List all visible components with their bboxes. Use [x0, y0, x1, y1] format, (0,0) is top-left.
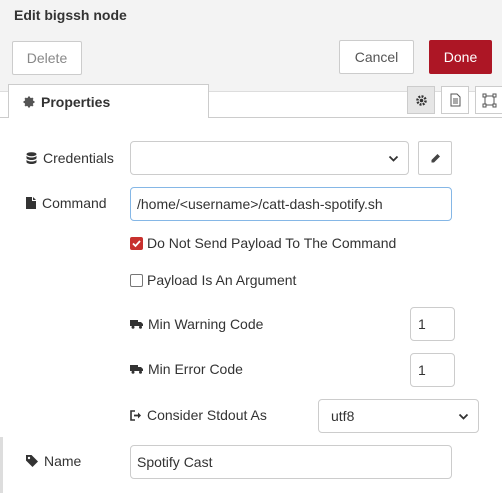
done-button[interactable]: Done	[429, 40, 492, 74]
min-error-input[interactable]: 1	[410, 353, 455, 387]
tab-cover	[9, 116, 208, 118]
gear-icon	[415, 94, 427, 106]
tag-icon	[26, 455, 38, 467]
tab-settings[interactable]	[407, 86, 435, 114]
name-label-text: Name	[44, 453, 82, 469]
sign-out-icon	[130, 409, 141, 421]
payload-argument-label: Payload Is An Argument	[147, 272, 297, 288]
delete-button[interactable]: Delete	[12, 41, 82, 75]
name-value: Spotify Cast	[137, 454, 213, 470]
database-icon	[26, 151, 37, 164]
stdout-label: Consider Stdout As	[130, 407, 267, 423]
cancel-button[interactable]: Cancel	[339, 40, 414, 74]
min-warning-label-text: Min Warning Code	[148, 316, 264, 332]
stdout-select[interactable]: utf8	[318, 399, 479, 433]
min-error-label: Min Error Code	[130, 361, 243, 377]
min-warning-label: Min Warning Code	[130, 316, 263, 332]
dialog-header: Edit bigssh node Delete Cancel Done	[0, 0, 502, 92]
credentials-select[interactable]	[130, 141, 409, 175]
dialog-title: Edit bigssh node	[14, 7, 127, 23]
tab-properties-label: Properties	[41, 93, 111, 110]
file-icon	[26, 197, 36, 209]
description-icon	[450, 93, 460, 107]
command-label: Command	[26, 195, 107, 211]
stdout-label-text: Consider Stdout As	[147, 407, 267, 423]
command-label-text: Command	[42, 195, 107, 211]
command-input[interactable]: /home/<username>/catt-dash-spotify.sh	[130, 187, 452, 221]
credentials-label-text: Credentials	[43, 150, 114, 166]
checkmark-icon	[132, 240, 141, 248]
tab-appearance[interactable]	[475, 86, 502, 114]
stdout-value: utf8	[331, 408, 355, 424]
name-label: Name	[26, 453, 81, 469]
min-error-value: 1	[418, 362, 426, 378]
truck-icon	[130, 365, 143, 374]
no-payload-label: Do Not Send Payload To The Command	[147, 235, 397, 251]
tab-description[interactable]	[441, 86, 469, 114]
left-edge-strip	[0, 437, 3, 493]
chevron-down-icon	[458, 413, 469, 420]
truck-icon	[130, 320, 143, 329]
payload-argument-checkbox[interactable]	[130, 274, 143, 287]
min-warning-input[interactable]: 1	[410, 307, 455, 341]
min-warning-value: 1	[418, 316, 426, 332]
name-input[interactable]: Spotify Cast	[130, 445, 452, 479]
credentials-label: Credentials	[26, 150, 114, 166]
edit-credentials-button[interactable]	[418, 141, 452, 175]
tab-properties[interactable]: Properties	[8, 84, 209, 118]
command-value: /home/<username>/catt-dash-spotify.sh	[137, 196, 383, 212]
pencil-icon	[431, 153, 440, 162]
min-error-label-text: Min Error Code	[148, 361, 243, 377]
chevron-down-icon	[388, 155, 399, 162]
gear-icon	[23, 96, 35, 107]
appearance-icon	[482, 93, 496, 107]
no-payload-checkbox[interactable]	[130, 237, 143, 250]
